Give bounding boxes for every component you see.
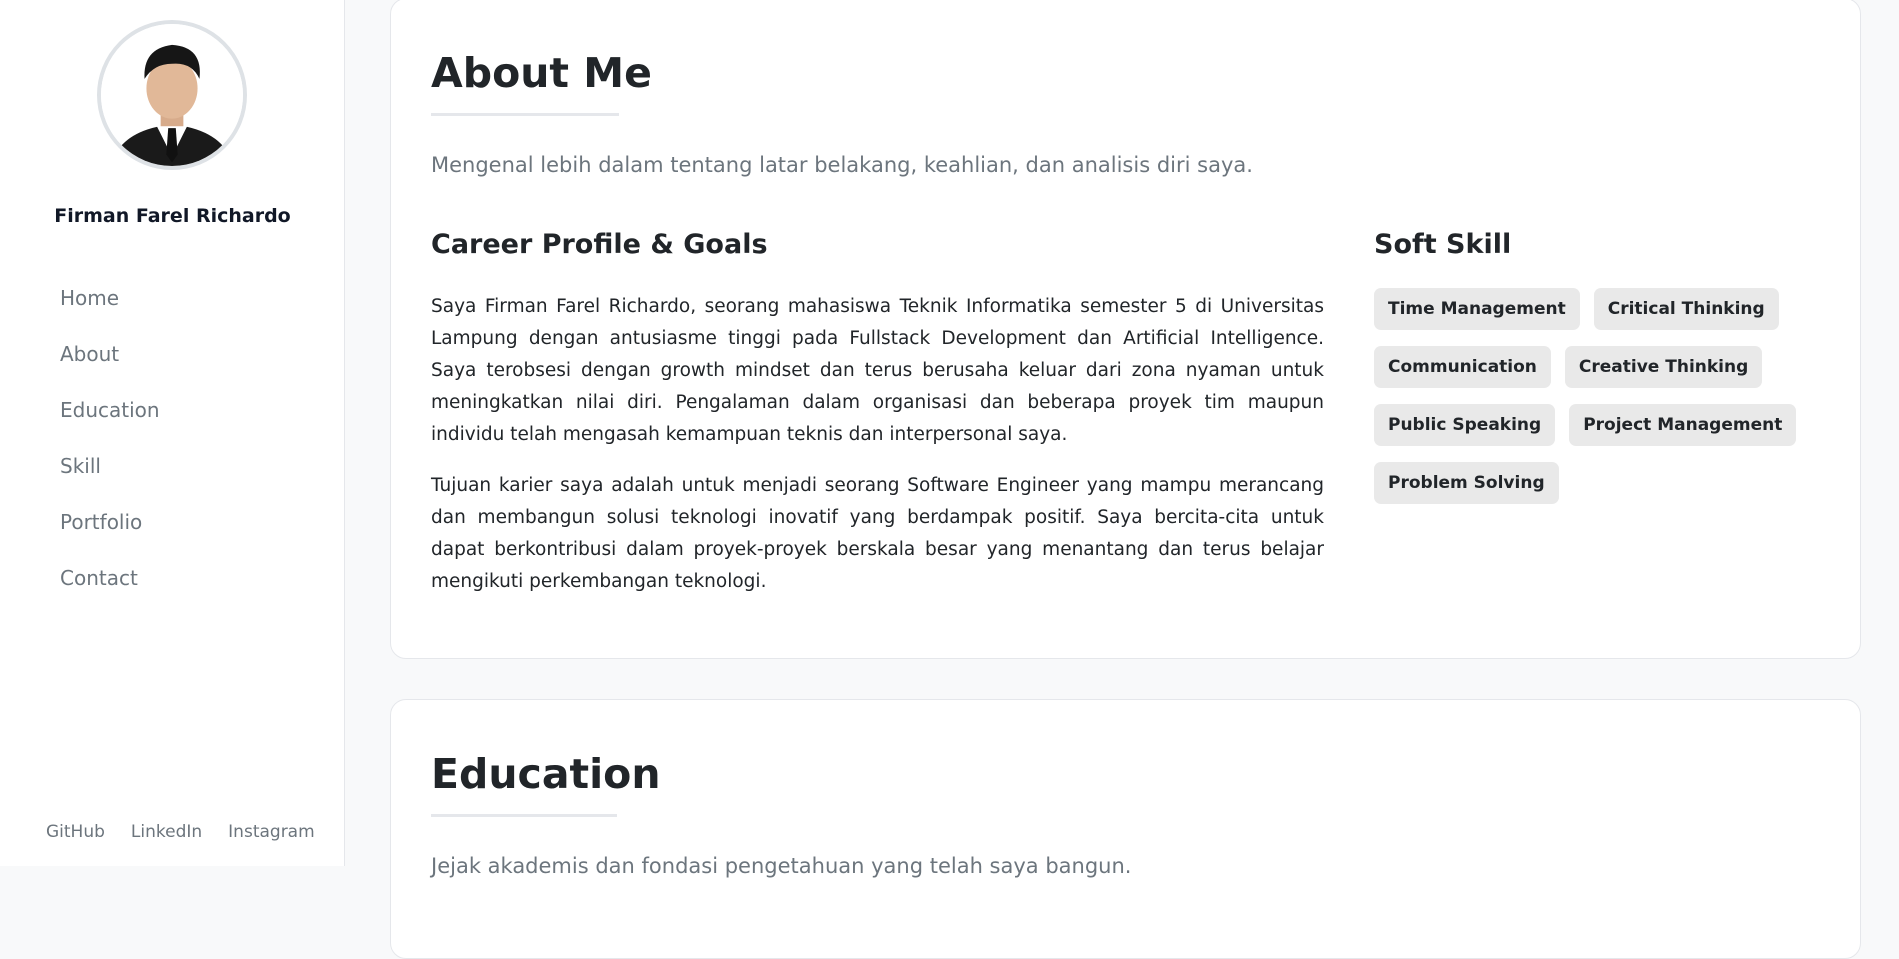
education-section: Education Jejak akademis dan fondasi pen… bbox=[390, 699, 1861, 959]
skill-chip: Critical Thinking bbox=[1593, 288, 1779, 330]
nav-link-about[interactable]: About bbox=[60, 336, 160, 372]
education-title: Education bbox=[431, 750, 661, 798]
about-section: About Me Mengenal lebih dalam tentang la… bbox=[390, 0, 1861, 659]
nav-link-education[interactable]: Education bbox=[60, 392, 160, 428]
github-link[interactable]: GitHub bbox=[46, 822, 105, 842]
skill-chip: Communication bbox=[1374, 346, 1551, 388]
social-links: GitHub LinkedIn Instagram bbox=[46, 822, 315, 842]
skill-chip: Public Speaking bbox=[1374, 404, 1556, 446]
career-paragraph-2: Tujuan karier saya adalah untuk menjadi … bbox=[431, 475, 1324, 592]
skill-chip: Time Management bbox=[1374, 288, 1580, 330]
nav-link-home[interactable]: Home bbox=[60, 280, 160, 316]
education-subtitle: Jejak akademis dan fondasi pengetahuan y… bbox=[431, 854, 1132, 878]
about-title: About Me bbox=[431, 49, 652, 97]
career-paragraph-1: Saya Firman Farel Richardo, seorang maha… bbox=[431, 296, 1324, 445]
profile-name: Firman Farel Richardo bbox=[54, 205, 291, 227]
sidebar-nav: Home About Education Skill Portfolio Con… bbox=[60, 280, 160, 616]
career-heading: Career Profile & Goals bbox=[431, 229, 768, 260]
nav-link-skill[interactable]: Skill bbox=[60, 448, 160, 484]
soft-skill-heading: Soft Skill bbox=[1374, 229, 1512, 260]
sidebar: Firman Farel Richardo Home About Educati… bbox=[0, 0, 345, 866]
skill-chip: Creative Thinking bbox=[1564, 346, 1763, 388]
nav-link-portfolio[interactable]: Portfolio bbox=[60, 504, 160, 540]
skill-chip: Problem Solving bbox=[1374, 462, 1559, 504]
instagram-link[interactable]: Instagram bbox=[228, 822, 315, 842]
avatar bbox=[97, 20, 247, 170]
profile-photo bbox=[101, 24, 243, 166]
skill-chip: Project Management bbox=[1569, 404, 1797, 446]
title-underline bbox=[431, 814, 617, 817]
linkedin-link[interactable]: LinkedIn bbox=[131, 822, 202, 842]
about-subtitle: Mengenal lebih dalam tentang latar belak… bbox=[431, 153, 1253, 177]
nav-link-contact[interactable]: Contact bbox=[60, 560, 160, 596]
title-underline bbox=[431, 113, 619, 116]
soft-skill-list: Time Management Critical Thinking Commun… bbox=[1374, 288, 1814, 504]
